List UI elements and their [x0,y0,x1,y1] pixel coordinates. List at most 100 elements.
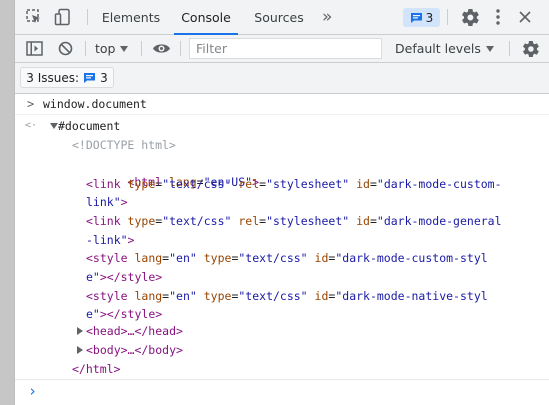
dom-token: id [349,176,370,191]
tab-sources-label: Sources [254,9,304,25]
dom-node-link2-first[interactable]: <link type="text/css" rel="stylesheet" i… [86,212,502,230]
dom-token: lang [127,251,163,266]
toolbar-divider-3 [180,41,181,56]
expand-body-icon[interactable] [77,346,83,354]
console-output: > window.document <· #document <!DOCTYPE… [15,94,549,405]
document-node[interactable]: #document [58,117,120,135]
dom-token: "text/css" [238,288,308,303]
issues-icon [84,72,96,83]
dom-token: id [307,288,329,303]
dom-token: type [196,251,232,266]
dom-token: = [369,213,377,228]
dom-token: <link [86,176,121,191]
expand-head-icon[interactable] [77,327,83,335]
eye-icon[interactable] [150,39,172,58]
issues-button[interactable]: 3 Issues: 3 [20,67,114,88]
tab-bar: Elements Console Sources » 3 [15,0,549,35]
head-node[interactable]: <head>…</head> [86,322,183,340]
close-icon[interactable] [516,8,534,26]
command-prompt-icon: > [27,97,35,111]
context-label: top [95,41,116,56]
dom-token: "dark-mode-custom- [376,176,502,191]
devtools-panel: Elements Console Sources » 3 top Filter … [15,0,549,405]
result-arrow-icon: <· [25,120,38,131]
dom-node-link1-cont[interactable]: link"> [86,193,128,211]
issues-count: 3 [100,70,108,85]
dom-token: link" [86,195,121,210]
dom-token: type [196,288,232,303]
kebab-menu-icon[interactable] [491,8,505,26]
dom-node-style1-cont[interactable]: e"></style> [86,268,162,286]
gear-icon[interactable] [460,8,480,26]
body-node[interactable]: <body>…</body> [86,341,183,359]
dom-token: -link" [86,232,128,247]
tab-elements-label: Elements [101,9,161,25]
dom-token: type [120,213,156,228]
dom-token: rel [231,176,260,191]
collapse-toggle-icon[interactable] [50,123,58,129]
dom-token: > [120,195,128,210]
dom-node-link2-cont[interactable]: -link"> [86,231,134,249]
tabbar-divider-right [447,9,448,25]
dom-token: "text/css" [238,251,308,266]
left-resize-edge [0,0,15,405]
html-close-tag: </html> [72,362,121,376]
tab-elements[interactable]: Elements [97,0,165,34]
sidebar-toggle-icon[interactable] [24,39,44,58]
issues-icon [410,12,422,23]
device-toggle-icon[interactable] [53,8,73,26]
dom-token: e" [86,270,100,284]
dom-token: "text/css" [162,213,232,228]
filter-input[interactable] [189,38,382,59]
dom-token: ></style> [99,307,163,322]
issues-bar: 3 Issues: 3 [15,63,549,94]
clear-console-icon[interactable] [55,39,75,58]
context-selector[interactable]: top [95,35,129,62]
more-tabs-button[interactable]: » [322,0,332,34]
dom-token: = [369,176,377,191]
gear-icon[interactable] [521,39,541,58]
tab-console[interactable]: Console [174,0,238,35]
tabbar-divider [87,9,88,25]
dom-token: type [120,176,156,191]
dom-token: id [307,251,329,266]
chevron-down-icon [120,45,129,52]
toolbar-divider-2 [141,41,142,56]
dom-token: "stylesheet" [266,213,350,228]
dom-node-style2-first[interactable]: <style lang="en" type="text/css" id="dar… [86,287,488,305]
dom-token: "text/css" [162,176,232,191]
console-prompt[interactable]: › [15,379,549,405]
log-levels-label: Default levels [395,41,481,56]
toolbar-divider [85,41,86,56]
dom-token: > [127,232,135,247]
doctype-node: <!DOCTYPE html> [72,138,176,152]
dom-token: id [349,213,370,228]
dom-node-style2-cont[interactable]: e"></style> [86,305,162,323]
dom-token: "stylesheet" [266,176,350,191]
dom-node-link1-first[interactable]: <link type="text/css" rel="stylesheet" i… [86,175,502,193]
issues-badge-button[interactable]: 3 [403,8,440,27]
dom-token: ></style> [99,270,163,284]
command-text: window.document [43,97,147,111]
dom-token: "en" [169,251,197,266]
dom-token: "dark-mode-native-styl [335,288,488,303]
inspect-icon[interactable] [24,8,44,26]
console-result-entry: <· #document <!DOCTYPE html> <html lang=… [15,115,549,379]
dom-token: <link [86,213,121,228]
tab-sources[interactable]: Sources [249,0,309,34]
dom-node-style1-first[interactable]: <style lang="en" type="text/css" id="dar… [86,249,488,267]
issues-badge-count: 3 [425,10,434,25]
toolbar-divider-4 [509,41,510,56]
dom-token: <style [86,288,128,303]
dom-token: <style [86,251,128,266]
console-command-entry: > window.document [15,94,549,115]
dom-token: lang [127,288,163,303]
chevron-down-icon [485,45,494,52]
issues-label: 3 Issues: [26,70,80,85]
dom-token: e" [86,307,100,322]
dom-token: "en" [169,288,197,303]
console-toolbar: top Default levels [15,35,549,63]
dom-token: "dark-mode-custom-styl [335,251,488,266]
log-levels-dropdown[interactable]: Default levels [395,35,494,62]
dom-token: "dark-mode-general [376,213,502,228]
